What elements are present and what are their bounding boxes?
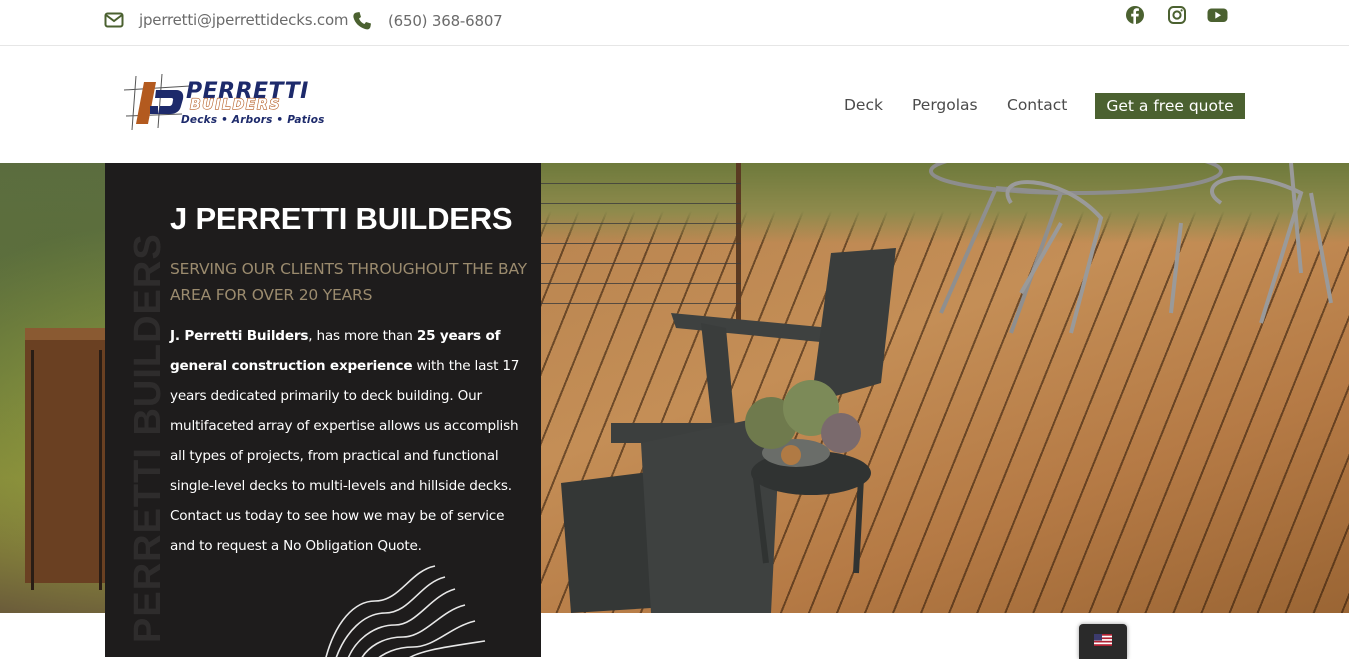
- youtube-icon: [1207, 8, 1228, 22]
- site-header: PERRETTI BUILDERS Decks • Arbors • Patio…: [0, 47, 1349, 163]
- nav-deck[interactable]: Deck: [844, 96, 883, 114]
- hero-title: J PERRETTI BUILDERS: [170, 201, 513, 236]
- patio-furniture-image: [561, 163, 1333, 613]
- hero-railing-image: [25, 328, 107, 590]
- description-part-1: , has more than: [308, 328, 417, 344]
- nav-contact[interactable]: Contact: [1007, 96, 1067, 114]
- phone-icon: [353, 12, 371, 30]
- email-link[interactable]: jperretti@jperrettidecks.com: [104, 11, 349, 29]
- youtube-link[interactable]: [1207, 5, 1228, 25]
- site-logo[interactable]: PERRETTI BUILDERS Decks • Arbors • Patio…: [122, 72, 328, 132]
- email-text: jperretti@jperrettidecks.com: [139, 11, 349, 29]
- us-flag-icon: [1094, 634, 1112, 646]
- company-name-bold: J. Perretti Builders: [170, 328, 309, 344]
- phone-link[interactable]: (650) 368-6807: [352, 11, 503, 31]
- language-switcher[interactable]: [1079, 624, 1127, 659]
- facebook-icon: [1126, 6, 1144, 24]
- envelope-icon: [104, 12, 124, 28]
- top-bar: jperretti@jperrettidecks.com (650) 368-6…: [0, 0, 1349, 46]
- about-panel: PERRETTI BUILDERS J PERRETTI BUILDERS SE…: [105, 163, 541, 657]
- facebook-link[interactable]: [1125, 5, 1145, 25]
- logo-word-builders: BUILDERS: [189, 96, 282, 113]
- topographic-lines-icon: [325, 565, 486, 657]
- hero-subtitle: SERVING OUR CLIENTS THROUGHOUT THE BAY A…: [170, 260, 527, 304]
- hero-deck-image: [541, 163, 1349, 613]
- vertical-watermark-text: PERRETTI BUILDERS: [127, 233, 169, 643]
- description-part-2: with the last 17 years dedicated primari…: [170, 358, 520, 554]
- get-quote-button[interactable]: Get a free quote: [1095, 93, 1245, 119]
- logo-tagline: Decks • Arbors • Patios: [181, 114, 325, 126]
- nav-pergolas[interactable]: Pergolas: [912, 96, 978, 114]
- instagram-link[interactable]: [1167, 5, 1187, 25]
- instagram-icon: [1168, 6, 1186, 24]
- phone-text: (650) 368-6807: [388, 12, 503, 30]
- hero-description: J. Perretti Builders, has more than 25 y…: [170, 321, 530, 561]
